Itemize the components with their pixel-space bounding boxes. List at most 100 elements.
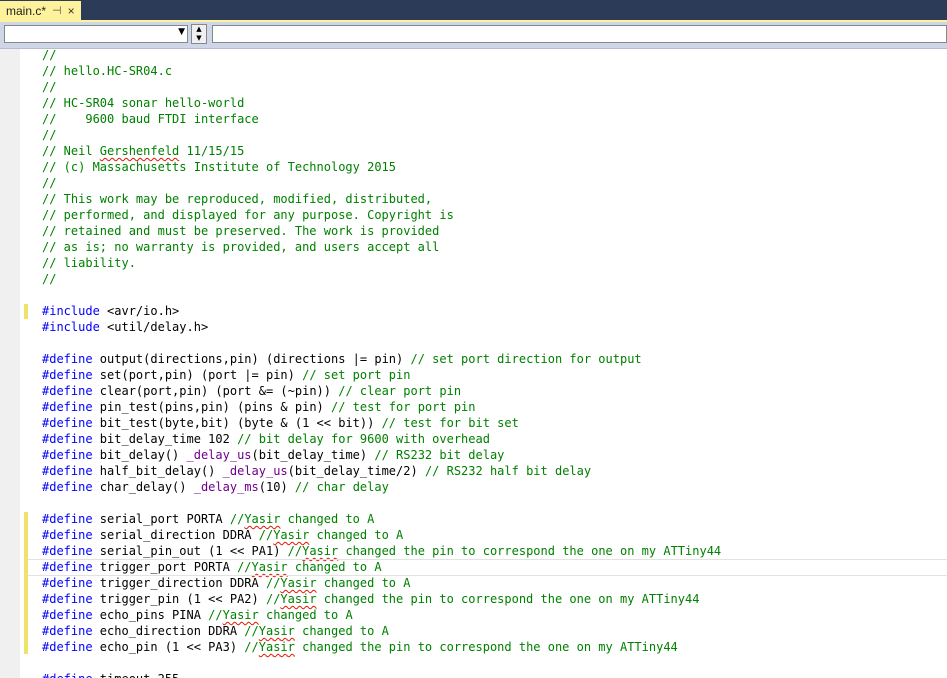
code-token: // [42, 272, 57, 286]
code-line[interactable]: #define trigger_port PORTA //Yasir chang… [27, 559, 947, 576]
code-line[interactable]: // as is; no warranty is provided, and u… [42, 239, 721, 255]
code-token: serial_port PORTA [92, 512, 230, 526]
code-line[interactable]: #define timeout 255 [42, 671, 721, 678]
code-line[interactable]: #define bit_test(byte,bit) (byte & (1 <<… [42, 415, 721, 431]
code-line[interactable]: #define serial_pin_out (1 << PA1) //Yasi… [42, 543, 721, 559]
code-token: changed to A [294, 624, 389, 638]
code-line[interactable]: // retained and must be preserved. The w… [42, 223, 721, 239]
code-token: Yasir [273, 528, 310, 542]
code-token: trigger_direction DDRA [92, 576, 266, 590]
code-token: // [258, 528, 274, 542]
code-token: pin_test(pins,pin) (pins & pin) [92, 400, 331, 414]
editor-margin [0, 49, 20, 678]
chevron-down-icon[interactable]: ▼ [178, 27, 185, 37]
code-line[interactable]: // [42, 127, 721, 143]
code-line[interactable]: #define serial_direction DDRA //Yasir ch… [42, 527, 721, 543]
code-line[interactable]: #define clear(port,pin) (port &= (~pin))… [42, 383, 721, 399]
code-token: #define [42, 400, 93, 414]
code-token: #define [42, 416, 93, 430]
code-line[interactable] [42, 655, 721, 671]
code-token: // [208, 608, 223, 622]
code-line[interactable]: #define bit_delay_time 102 // bit delay … [42, 431, 721, 447]
code-line[interactable]: #include <util/delay.h> [42, 319, 721, 335]
code-line[interactable]: #define echo_direction DDRA //Yasir chan… [42, 623, 721, 639]
pin-icon[interactable]: ⊣ [52, 4, 62, 17]
code-token: <avr/io.h> [99, 304, 180, 318]
code-line[interactable]: // [42, 271, 721, 287]
code-token: // as is; no warranty is provided, and u… [42, 240, 440, 254]
code-line[interactable]: #define trigger_direction DDRA //Yasir c… [42, 575, 721, 591]
code-line[interactable]: #define set(port,pin) (port |= pin) // s… [42, 367, 721, 383]
code-line[interactable]: #define pin_test(pins,pin) (pins & pin) … [42, 399, 721, 415]
code-line[interactable]: #include <avr/io.h> [42, 303, 721, 319]
code-line[interactable]: // 9600 baud FTDI interface [42, 111, 721, 127]
code-token: #include [42, 320, 100, 334]
code-token: // test for port pin [331, 400, 476, 414]
code-token: #define [42, 368, 93, 382]
code-line[interactable]: // [42, 175, 721, 191]
code-token: Gershenfeld [99, 144, 180, 158]
code-line[interactable] [42, 287, 721, 303]
code-line[interactable]: #define trigger_pin (1 << PA2) //Yasir c… [42, 591, 721, 607]
code-token: output(directions,pin) (directions |= pi… [92, 352, 411, 366]
spin-buttons[interactable]: ▲ ▼ [191, 24, 207, 44]
code-line[interactable]: // performed, and displayed for any purp… [42, 207, 721, 223]
code-content[interactable]: // // hello.HC-SR04.c // // HC-SR04 sonar h… [27, 49, 947, 678]
code-line[interactable]: // Neil Gershenfeld 11/15/15 [42, 143, 721, 159]
code-line[interactable]: #define output(directions,pin) (directio… [42, 351, 721, 367]
code-token: _delay_ms [193, 480, 259, 494]
code-line[interactable]: // hello.HC-SR04.c [42, 63, 721, 79]
code-token: char_delay() [92, 480, 194, 494]
code-token: // [237, 560, 252, 574]
code-token: // [229, 512, 245, 526]
code-line[interactable] [42, 335, 721, 351]
code-token: changed to A [258, 608, 353, 622]
code-token: // retained and must be preserved. The w… [42, 224, 440, 238]
tab-title: main.c* [6, 3, 47, 18]
code-line[interactable]: // [42, 79, 721, 95]
code-token: // [265, 576, 281, 590]
code-token: #define [42, 640, 93, 654]
code-line[interactable]: #define echo_pin (1 << PA3) //Yasir chan… [42, 639, 721, 655]
code-token: #define [42, 528, 93, 542]
code-token: Yasir [251, 560, 288, 574]
close-icon[interactable]: × [68, 4, 75, 18]
code-line[interactable]: // (c) Massachusetts Institute of Techno… [42, 159, 721, 175]
code-token: #define [42, 480, 93, 494]
code-token: // [287, 544, 303, 558]
code-token: // [42, 128, 57, 142]
code-line[interactable] [42, 495, 721, 511]
change-marker [24, 304, 28, 319]
code-token: serial_direction DDRA [92, 528, 259, 542]
code-line[interactable]: #define half_bit_delay() _delay_us(bit_d… [42, 463, 721, 479]
tab-main-c[interactable]: main.c* ⊣ × [0, 1, 81, 20]
code-token: bit_delay_time 102 [92, 432, 238, 446]
code-line[interactable]: // liability. [42, 255, 721, 271]
code-token: echo_pin (1 << PA3) [92, 640, 245, 654]
code-line[interactable]: #define serial_port PORTA //Yasir change… [42, 511, 721, 527]
code-token: #define [42, 512, 93, 526]
code-token: changed to A [309, 528, 404, 542]
code-line[interactable]: #define echo_pins PINA //Yasir changed t… [42, 607, 721, 623]
code-token: echo_direction DDRA [92, 624, 245, 638]
code-editor[interactable]: // // hello.HC-SR04.c // // HC-SR04 sonar h… [0, 49, 947, 678]
code-token: #define [42, 384, 93, 398]
code-line[interactable]: // [42, 49, 721, 63]
code-token: // liability. [42, 256, 136, 270]
code-line[interactable]: #define char_delay() _delay_ms(10) // ch… [42, 479, 721, 495]
member-dropdown[interactable] [212, 25, 947, 43]
scope-dropdown[interactable]: ▼ [4, 25, 188, 43]
code-token: Yasir [258, 624, 295, 638]
code-line[interactable]: // HC-SR04 sonar hello-world [42, 95, 721, 111]
code-token: changed to A [316, 576, 411, 590]
code-token: // 9600 baud FTDI interface [42, 112, 259, 126]
spin-down-icon[interactable]: ▼ [192, 34, 206, 43]
spin-up-icon[interactable]: ▲ [192, 25, 206, 34]
code-token: // clear port pin [338, 384, 462, 398]
code-token: // RS232 half bit delay [424, 464, 592, 478]
code-line[interactable]: // This work may be reproduced, modified… [42, 191, 721, 207]
code-token: #define [42, 464, 93, 478]
code-token: // RS232 bit delay [374, 448, 505, 462]
code-line[interactable]: #define bit_delay() _delay_us(bit_delay_… [42, 447, 721, 463]
code-token: // hello.HC-SR04.c [42, 64, 173, 78]
